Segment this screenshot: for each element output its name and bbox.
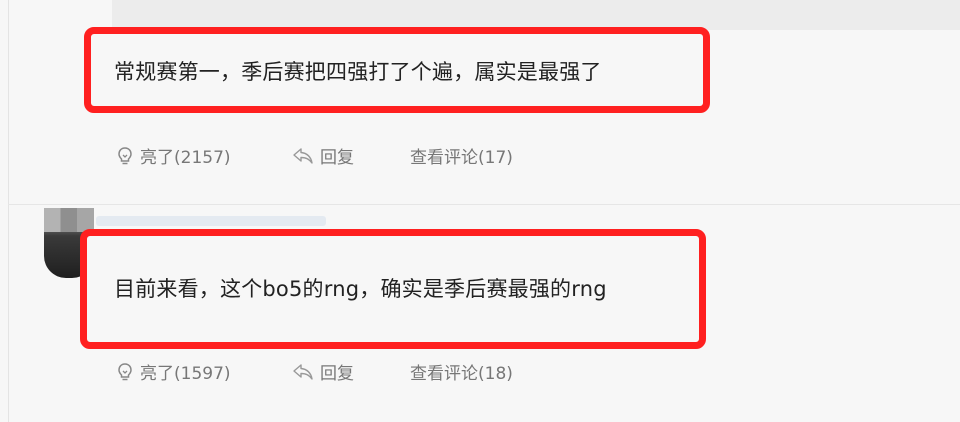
comment-text: 常规赛第一，季后赛把四强打了个遍，属实是最强了 bbox=[114, 60, 602, 84]
lightbulb-icon bbox=[118, 146, 132, 164]
comment-text: 目前来看，这个bo5的rng，确实是季后赛最强的rng bbox=[114, 277, 607, 301]
username-blurred bbox=[96, 216, 326, 226]
like-button[interactable]: 亮了(2157) bbox=[116, 143, 231, 168]
like-button[interactable]: 亮了(1597) bbox=[116, 359, 231, 384]
reply-label: 回复 bbox=[320, 148, 354, 168]
view-comments-link[interactable]: 查看评论(18) bbox=[410, 359, 513, 384]
quoted-content-box bbox=[112, 0, 960, 30]
lightbulb-icon bbox=[118, 362, 132, 380]
like-count-label: 亮了(1597) bbox=[140, 364, 231, 384]
comment-divider bbox=[8, 204, 960, 205]
view-comments-label: 查看评论(18) bbox=[410, 364, 513, 384]
reply-arrow-icon bbox=[293, 363, 313, 380]
view-comments-link[interactable]: 查看评论(17) bbox=[410, 143, 513, 168]
like-count-label: 亮了(2157) bbox=[140, 148, 231, 168]
view-comments-label: 查看评论(17) bbox=[410, 148, 513, 168]
reply-button[interactable]: 回复 bbox=[292, 359, 354, 384]
left-border bbox=[8, 0, 9, 422]
reply-arrow-icon bbox=[293, 147, 313, 164]
reply-label: 回复 bbox=[320, 364, 354, 384]
reply-button[interactable]: 回复 bbox=[292, 143, 354, 168]
